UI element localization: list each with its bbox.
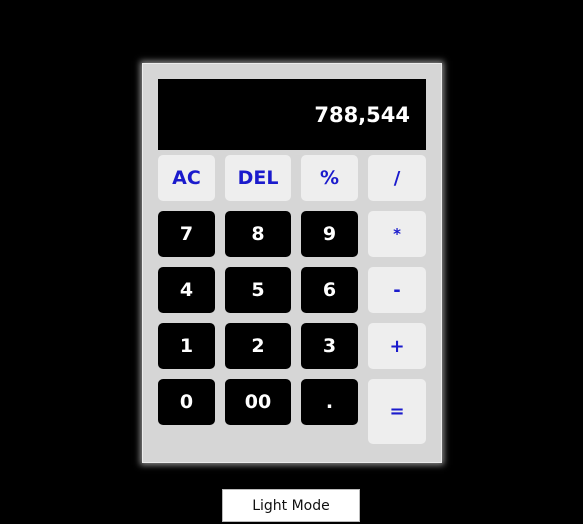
- digit-4-button[interactable]: 4: [158, 267, 215, 313]
- digit-2-button[interactable]: 2: [225, 323, 291, 369]
- decimal-button[interactable]: .: [301, 379, 358, 425]
- calculator-display: 788,544: [158, 79, 426, 150]
- digit-0-button[interactable]: 0: [158, 379, 215, 425]
- digit-7-button[interactable]: 7: [158, 211, 215, 257]
- percent-button[interactable]: %: [301, 155, 358, 201]
- digit-5-button[interactable]: 5: [225, 267, 291, 313]
- double-zero-button[interactable]: 00: [225, 379, 291, 425]
- delete-button[interactable]: DEL: [225, 155, 291, 201]
- divide-button[interactable]: /: [368, 155, 426, 201]
- light-mode-toggle-button[interactable]: Light Mode: [222, 489, 360, 522]
- digit-1-button[interactable]: 1: [158, 323, 215, 369]
- digit-6-button[interactable]: 6: [301, 267, 358, 313]
- plus-button[interactable]: +: [368, 323, 426, 369]
- digit-8-button[interactable]: 8: [225, 211, 291, 257]
- display-value: 788,544: [314, 102, 410, 127]
- calculator: 788,544 AC DEL % / 7 8 9 * 4 5 6 - 1 2 3…: [142, 63, 442, 463]
- clear-all-button[interactable]: AC: [158, 155, 215, 201]
- digit-3-button[interactable]: 3: [301, 323, 358, 369]
- digit-9-button[interactable]: 9: [301, 211, 358, 257]
- equals-button[interactable]: =: [368, 379, 426, 444]
- multiply-button[interactable]: *: [368, 211, 426, 257]
- minus-button[interactable]: -: [368, 267, 426, 313]
